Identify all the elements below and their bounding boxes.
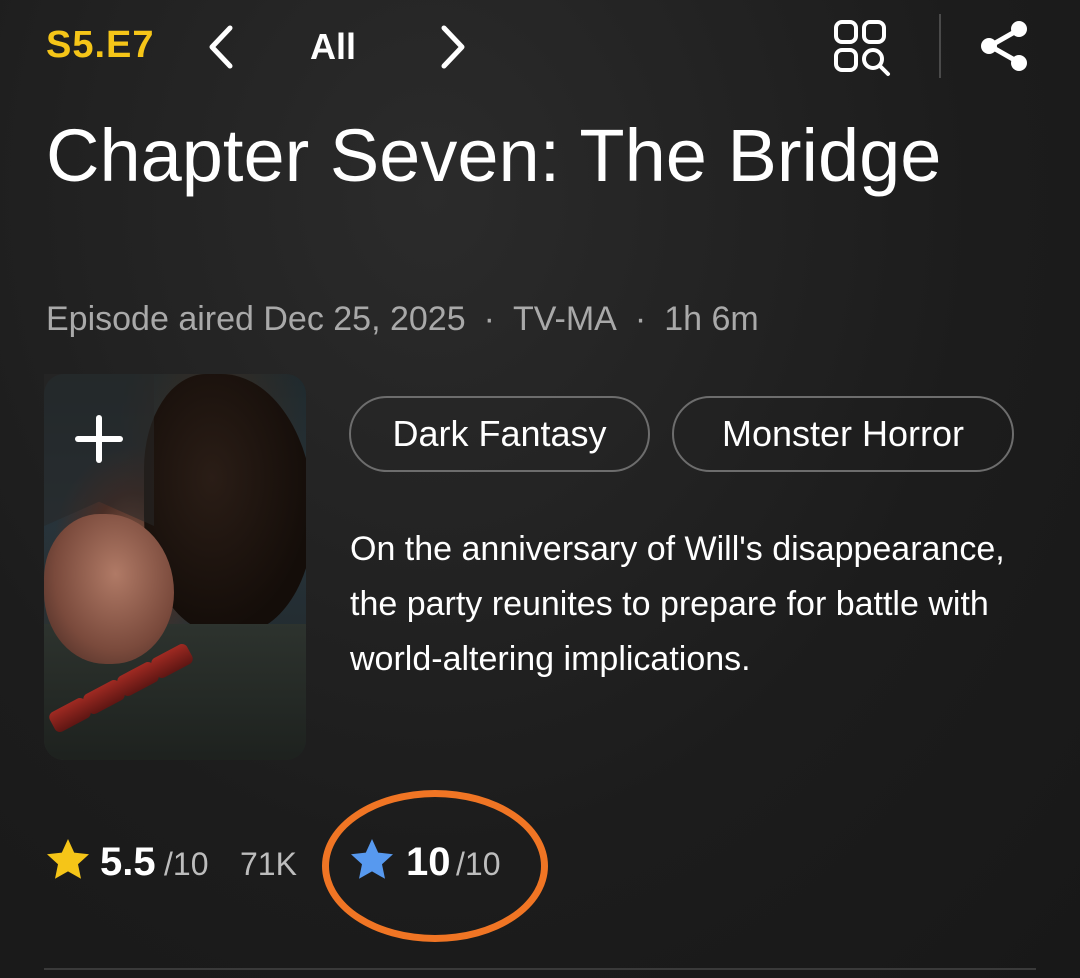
episode-grid-search-icon <box>834 20 890 76</box>
genre-chip[interactable]: Monster Horror <box>672 396 1014 472</box>
meta-separator: · <box>483 300 495 338</box>
share-icon <box>981 21 1027 71</box>
star-icon <box>47 839 89 879</box>
genre-chip[interactable]: Dark Fantasy <box>349 396 650 472</box>
episode-title: Chapter Seven: The Bridge <box>46 114 942 197</box>
episode-meta: Episode aired Dec 25, 2025 · TV-MA · 1h 6m <box>46 300 759 339</box>
chevron-left-icon <box>209 25 233 69</box>
previous-episode-button[interactable] <box>196 22 246 72</box>
episode-plot[interactable]: On the anniversary of Will's disappearan… <box>350 522 1030 687</box>
episode-detail-screen: S5.E7 All Chapter Seven: The Bridge Epis… <box>0 0 1080 978</box>
meta-separator: · <box>634 300 647 338</box>
plus-icon <box>75 415 123 463</box>
section-divider <box>44 968 1036 970</box>
air-date: Episode aired Dec 25, 2025 <box>46 300 466 338</box>
episode-code[interactable]: S5.E7 <box>46 24 155 67</box>
imdb-rating-count: 71K <box>240 846 297 882</box>
episode-top-bar: S5.E7 All <box>0 0 1080 96</box>
share-button[interactable] <box>974 16 1034 76</box>
chevron-right-icon <box>441 25 465 69</box>
next-episode-button[interactable] <box>428 22 478 72</box>
episode-grid-button[interactable] <box>832 18 892 78</box>
header-divider <box>939 14 941 78</box>
episode-filter-label[interactable]: All <box>310 26 356 68</box>
user-rating-highlight-ring <box>322 790 548 942</box>
runtime: 1h 6m <box>664 300 759 338</box>
imdb-rating-value[interactable]: 5.5 <box>100 840 156 885</box>
imdb-rating-max: /10 <box>164 846 209 882</box>
certificate: TV-MA <box>512 300 617 338</box>
